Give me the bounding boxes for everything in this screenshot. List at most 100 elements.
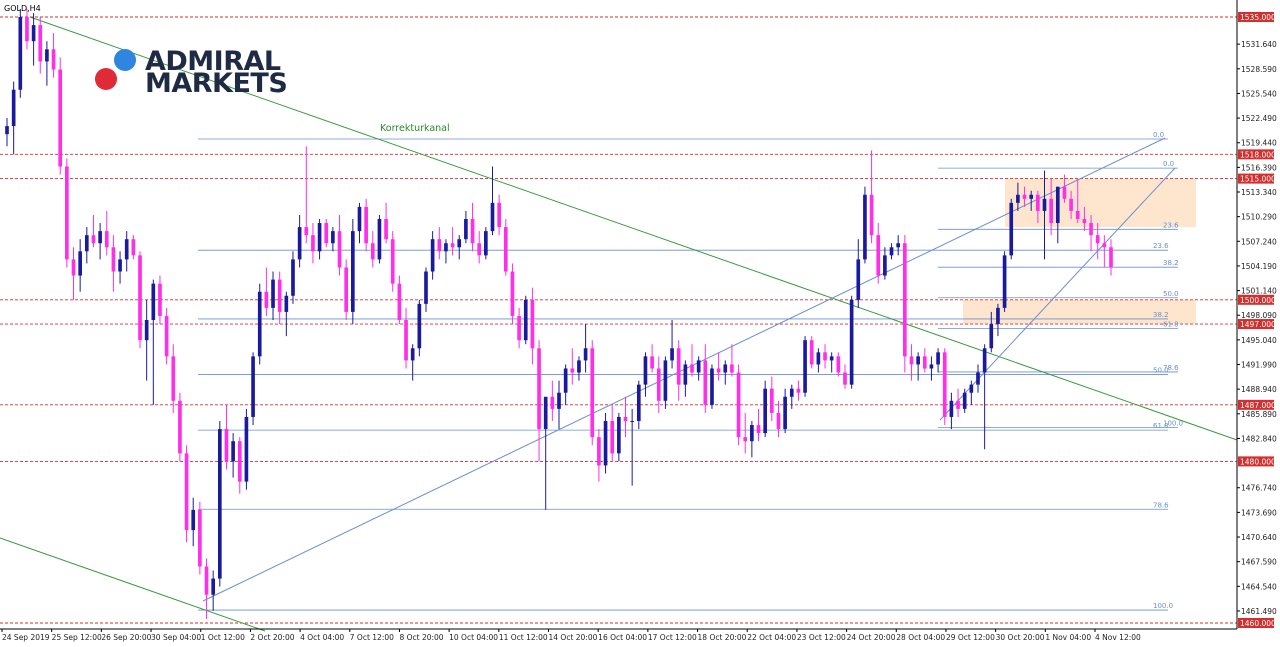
price-tick-label: 1507.240 — [1241, 237, 1277, 246]
candle-body — [277, 279, 282, 312]
price-tick-label: 1519.440 — [1241, 139, 1277, 148]
price-tick-label: 1464.540 — [1241, 582, 1277, 591]
candle-body — [603, 421, 608, 466]
candle-body — [424, 271, 428, 304]
time-tick-label: 8 Oct 20:00 — [399, 633, 443, 642]
candle-body — [291, 259, 295, 296]
price-tick-label: 1467.590 — [1241, 558, 1277, 567]
candle-body — [597, 437, 601, 466]
time-tick-label: 10 Oct 04:00 — [449, 633, 498, 642]
candle-body — [311, 235, 315, 252]
logo-dot-bottom-icon — [95, 68, 117, 90]
candle-body — [756, 425, 761, 434]
candle-body — [257, 291, 262, 357]
candle-body — [823, 352, 827, 361]
price-tick-label: 1473.690 — [1241, 508, 1277, 517]
candle-body — [583, 348, 588, 361]
price-level-tag-label: 1487.000 — [1240, 401, 1276, 410]
candle-body — [809, 340, 814, 365]
candle-body — [244, 416, 249, 482]
candle-body — [670, 348, 674, 361]
candle-body — [690, 364, 694, 373]
price-level-tag-label: 1497.000 — [1240, 320, 1276, 329]
candle-body — [869, 194, 874, 236]
fib-level-label: 23.6 — [1153, 242, 1169, 250]
time-tick-label: 30 Oct 20:00 — [996, 633, 1045, 642]
candle-body — [71, 259, 76, 276]
candle-body — [124, 239, 129, 260]
price-tick-label: 1482.840 — [1241, 434, 1277, 443]
fib-level-label: 0.0 — [1163, 160, 1174, 168]
candle-body — [224, 429, 229, 462]
time-tick-label: 17 Oct 12:00 — [648, 633, 697, 642]
candle-body — [404, 320, 408, 361]
time-tick-label: 29 Oct 12:00 — [946, 633, 995, 642]
candle-body — [590, 348, 595, 438]
candle-body — [164, 315, 169, 357]
symbol-label: GOLD,H4 — [4, 4, 41, 13]
fib-level-label: 78.6 — [1163, 364, 1179, 372]
price-tick-label: 1461.490 — [1241, 607, 1277, 616]
candle-body — [331, 231, 335, 244]
candle-body — [237, 441, 242, 482]
candle-body — [104, 231, 109, 248]
candle-body — [98, 231, 102, 244]
candle-body — [969, 384, 974, 393]
price-axis: 1531.640 1528.590 1525.540 1522.490 1519.440… — [1236, 0, 1277, 629]
fib-level-label: 50.0 — [1163, 290, 1179, 298]
price-tick-label: 1501.140 — [1241, 287, 1277, 296]
candle-body — [510, 271, 515, 316]
candle-body — [783, 396, 787, 430]
candle-body — [710, 368, 714, 405]
candle-body — [377, 219, 382, 260]
price-tick-label: 1491.990 — [1241, 361, 1277, 370]
candle-body — [676, 348, 681, 385]
candle-body — [211, 578, 215, 595]
price-tick-label: 1485.890 — [1241, 410, 1277, 419]
candle-body — [1089, 223, 1093, 236]
time-tick-label: 14 Oct 20:00 — [549, 633, 598, 642]
candle-body — [750, 425, 754, 442]
candle-body — [836, 356, 841, 373]
price-tick-label: 1516.390 — [1241, 163, 1277, 172]
candle-body — [696, 360, 701, 373]
candle-body — [271, 279, 275, 308]
candle-body — [138, 255, 142, 341]
candle-body — [942, 352, 947, 417]
candle-body — [683, 364, 688, 385]
candle-body — [577, 360, 581, 373]
candle-body — [397, 283, 402, 320]
candle-body — [956, 400, 960, 409]
candle-body — [11, 89, 16, 127]
candle-body — [909, 356, 914, 365]
candle-body — [317, 223, 322, 252]
price-chart[interactable]: 0.023.638.250.061.878.6100.00.023.638.25… — [0, 0, 1280, 647]
candle-body — [656, 368, 661, 401]
candle-body — [477, 243, 482, 256]
candle-body — [976, 372, 980, 385]
candle-body — [457, 239, 462, 248]
candle-body — [1075, 210, 1080, 219]
time-tick-label: 22 Oct 04:00 — [747, 633, 796, 642]
candle-body — [989, 324, 994, 349]
candle-body — [856, 259, 861, 300]
candle-body — [337, 231, 342, 268]
channel-annotation: Korrekturkanal — [380, 123, 450, 134]
candle-body — [297, 227, 302, 260]
candle-body — [144, 320, 149, 341]
price-tick-label: 1528.590 — [1241, 65, 1277, 74]
candle-body — [889, 247, 894, 256]
candle-body — [843, 372, 847, 385]
candle-body — [1102, 243, 1107, 248]
candle-body — [324, 223, 329, 244]
candle-body — [936, 352, 940, 365]
target-zone — [1005, 178, 1196, 228]
candle-body — [284, 295, 289, 312]
price-tick-label: 1488.940 — [1241, 385, 1277, 394]
candle-body — [357, 206, 362, 232]
candle-body — [863, 194, 867, 260]
candle-body — [610, 421, 615, 454]
candle-body — [1082, 219, 1087, 224]
candle-body — [517, 315, 521, 341]
candle-body — [763, 388, 767, 434]
